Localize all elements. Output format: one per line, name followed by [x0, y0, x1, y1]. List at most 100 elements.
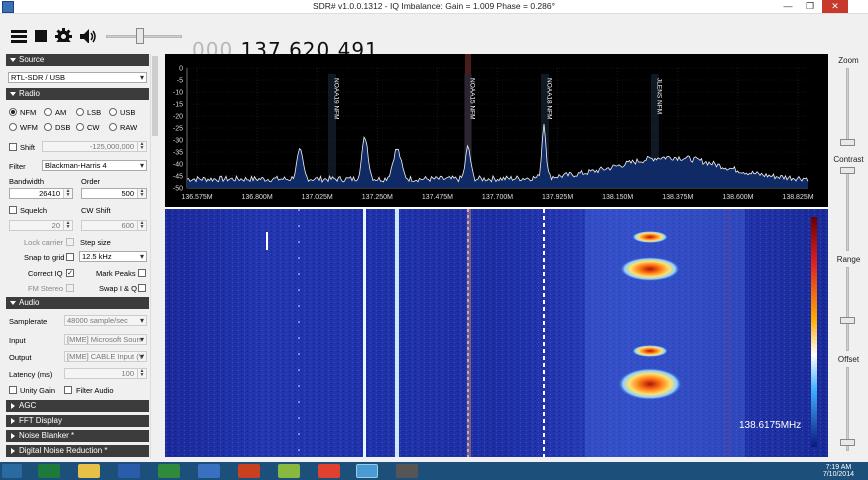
panel-scrollbar[interactable] — [150, 54, 159, 458]
squelch-spinner[interactable]: ▲ ▼ — [63, 221, 72, 230]
gear-icon[interactable] — [55, 28, 72, 42]
bandwidth-input[interactable]: 26410 ▲ ▼ — [9, 188, 73, 199]
waterfall-plot[interactable]: 138.6175MHz — [165, 209, 828, 457]
range-slider[interactable] — [846, 267, 849, 351]
audio-output-select[interactable]: [MME] CABLE Input (V — [64, 351, 147, 362]
x-tick-label: 137.025M — [302, 194, 333, 201]
audio-input-select[interactable]: [MME] Microsoft Soun — [64, 334, 147, 345]
close-icon[interactable]: ✕ — [822, 0, 848, 13]
stop-icon[interactable] — [35, 30, 47, 44]
zoom-slider[interactable] — [846, 68, 849, 146]
squelch-input[interactable]: 20 ▲ ▼ — [9, 220, 73, 231]
source-section-header[interactable]: Source — [6, 54, 149, 66]
app-icon-dark[interactable] — [396, 464, 418, 478]
spreadsheet-icon[interactable] — [158, 464, 180, 478]
start-icon[interactable] — [2, 464, 22, 478]
samplerate-label: Samplerate — [9, 317, 48, 326]
zoom-slider-thumb[interactable] — [840, 139, 855, 146]
contrast-slider[interactable] — [846, 167, 849, 251]
correct-iq-checkbox[interactable]: ✓ — [66, 269, 74, 277]
waterfall-signal-line — [363, 209, 366, 457]
control-panel: Source RTL-SDR / USB Radio NFM AM LSB US… — [6, 54, 149, 458]
excel-icon[interactable] — [38, 464, 60, 478]
cw-shift-input[interactable]: 600 ▲ ▼ — [81, 220, 147, 231]
unity-gain-label: Unity Gain — [20, 386, 56, 395]
shift-checkbox[interactable] — [9, 143, 17, 151]
unity-gain-checkbox[interactable] — [9, 386, 17, 394]
window-title: SDR# v1.0.0.1312 - IQ Imbalance: Gain = … — [312, 1, 556, 11]
sdr-taskbar-icon[interactable] — [356, 464, 378, 478]
mode-radio-cw[interactable] — [76, 123, 84, 131]
speaker-icon[interactable] — [80, 29, 97, 43]
snap-to-grid-checkbox[interactable] — [66, 253, 74, 261]
radio-section-header[interactable]: Radio — [6, 88, 149, 100]
latency-label: Latency (ms) — [9, 370, 53, 379]
mode-radio-lsb[interactable] — [76, 108, 84, 116]
order-input[interactable]: 500 ▲ ▼ — [81, 188, 147, 199]
waterfall-color-scale — [811, 217, 817, 447]
filter-audio-checkbox[interactable] — [64, 386, 72, 394]
offset-slider-thumb[interactable] — [840, 439, 855, 446]
panel-scrollbar-thumb[interactable] — [152, 56, 158, 136]
app-icon-green[interactable] — [278, 464, 300, 478]
squelch-checkbox[interactable] — [9, 206, 17, 214]
output-label: Output — [9, 353, 32, 362]
digital-noise-reduction-section-header[interactable]: Digital Noise Reduction * — [6, 445, 149, 457]
volume-slider[interactable] — [106, 35, 182, 38]
waterfall-burst — [632, 345, 668, 357]
source-device-select[interactable]: RTL-SDR / USB — [8, 72, 147, 83]
y-tick-label: 0 — [179, 66, 183, 73]
latency-spinner[interactable]: ▲ ▼ — [137, 369, 146, 378]
title-bar: SDR# v1.0.0.1312 - IQ Imbalance: Gain = … — [0, 0, 868, 14]
mode-label-usb: USB — [120, 108, 136, 117]
clock[interactable]: 7:19 AM 7/10/2014 — [823, 464, 854, 478]
range-slider-thumb[interactable] — [840, 317, 855, 324]
spectrum-plot[interactable]: NOAA19 NFM NOAA15 NFM NOAA18 NFM JLENS NFM … — [165, 54, 828, 207]
mark-peaks-checkbox[interactable] — [138, 269, 146, 277]
mode-radio-dsb[interactable] — [44, 123, 52, 131]
step-size-select[interactable]: 12.5 kHz — [79, 251, 147, 262]
spectrum-display[interactable]: NOAA19 NFM NOAA15 NFM NOAA18 NFM JLENS NFM … — [165, 54, 828, 207]
shift-spinner[interactable]: ▲ ▼ — [137, 142, 146, 151]
folder-icon[interactable] — [78, 464, 100, 478]
contrast-slider-thumb[interactable] — [840, 167, 855, 174]
latency-input[interactable]: 100 ▲ ▼ — [64, 368, 147, 379]
mode-radio-am[interactable] — [44, 108, 52, 116]
fm-stereo-checkbox[interactable] — [66, 284, 74, 292]
mode-radio-usb[interactable] — [109, 108, 117, 116]
swap-iq-checkbox[interactable] — [138, 284, 146, 292]
fft-display-section-header[interactable]: FFT Display — [6, 415, 149, 427]
minimize-icon[interactable]: — — [778, 0, 798, 13]
word-icon[interactable] — [118, 464, 140, 478]
lock-carrier-label: Lock carrier — [24, 238, 64, 247]
y-tick-label: -20 — [173, 114, 183, 121]
waterfall-signal-line — [395, 209, 399, 457]
samplerate-select[interactable]: 48000 sample/sec — [64, 315, 147, 326]
maximize-icon[interactable]: ❐ — [800, 0, 820, 13]
agc-section-header[interactable]: AGC — [6, 400, 149, 412]
waterfall-burst — [620, 257, 680, 281]
clock-date: 7/10/2014 — [822, 471, 854, 478]
mode-radio-raw[interactable] — [109, 123, 117, 131]
x-tick-label: 136.800M — [242, 194, 273, 201]
filter-select[interactable]: Blackman-Harris 4 — [42, 160, 147, 171]
media-icon[interactable] — [238, 464, 260, 478]
chrome-icon[interactable] — [318, 464, 340, 478]
order-spinner[interactable]: ▲ ▼ — [137, 189, 146, 198]
menu-icon[interactable] — [11, 30, 27, 44]
audio-section-header[interactable]: Audio — [6, 297, 149, 309]
bandwidth-spinner[interactable]: ▲ ▼ — [63, 189, 72, 198]
x-tick-label: 137.925M — [542, 194, 573, 201]
bandwidth-label: Bandwidth — [9, 177, 45, 186]
volume-slider-thumb[interactable] — [136, 28, 144, 44]
shift-input[interactable]: -125,000,000 ▲ ▼ — [42, 141, 147, 152]
display-controls: Zoom Contrast Range Offset — [829, 54, 868, 458]
waterfall-display[interactable]: 138.6175MHz — [165, 209, 828, 457]
y-tick-label: -50 — [173, 186, 183, 193]
mode-radio-nfm[interactable] — [9, 108, 17, 116]
mode-label-raw: RAW — [120, 123, 138, 132]
mode-radio-wfm[interactable] — [9, 123, 17, 131]
noise-blanker-section-header[interactable]: Noise Blanker * — [6, 430, 149, 442]
cw-shift-spinner[interactable]: ▲ ▼ — [137, 221, 146, 230]
browser-icon[interactable] — [198, 464, 220, 478]
